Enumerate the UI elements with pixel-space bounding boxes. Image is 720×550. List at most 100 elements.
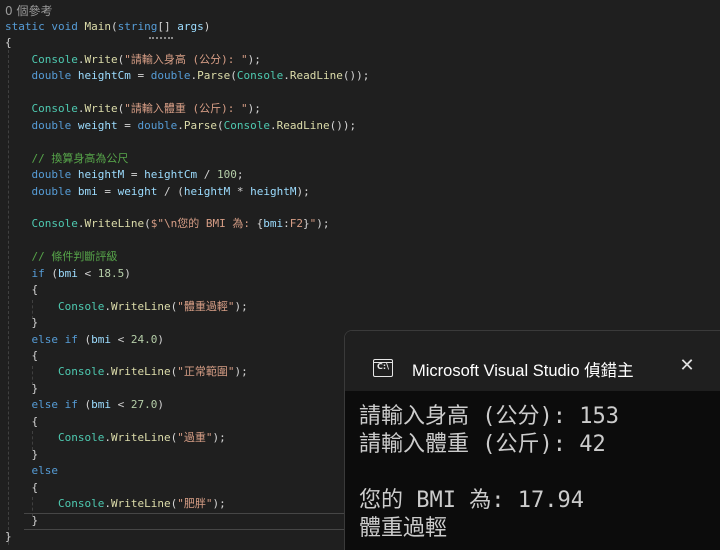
console-title-bar[interactable]: C:\ Microsoft Visual Studio 偵錯主 ✕ [345, 331, 720, 391]
code-line[interactable]: else [5, 462, 59, 479]
code-token: if [31, 266, 45, 280]
code-token: . [177, 118, 184, 132]
code-token: ( [217, 118, 224, 132]
code-line[interactable]: { [5, 281, 38, 298]
console-output-line: 請輸入身高 (公分): 153 [359, 404, 619, 429]
code-token: Main [84, 20, 112, 33]
code-line[interactable]: double bmi = weight / (heightM * heightM… [5, 183, 310, 200]
references-codelens[interactable]: 0 個參考 [5, 2, 52, 19]
code-token: 24.0 [130, 332, 158, 346]
code-token: void [51, 20, 78, 33]
code-token: WriteLine [110, 365, 171, 379]
code-line[interactable]: { [5, 413, 38, 430]
code-token: Console [31, 102, 78, 116]
code-token: static [5, 20, 45, 33]
code-line[interactable]: double heightCm = double.Parse(Console.R… [5, 67, 370, 84]
code-token: bmi [263, 217, 284, 231]
code-token: ); [234, 365, 248, 379]
code-token: weight [117, 184, 158, 198]
code-line[interactable]: Console.WriteLine("肥胖"); [5, 495, 226, 512]
console-app-icon: C:\ [373, 359, 393, 377]
code-token: ( [144, 217, 151, 231]
code-token: "請輸入體重 (公斤): " [124, 102, 248, 116]
code-line[interactable]: Console.WriteLine("正常範圍"); [5, 363, 248, 380]
console-app-icon-label: C:\ [377, 362, 389, 371]
code-token: double [150, 69, 191, 83]
code-line[interactable]: } [5, 380, 38, 397]
code-line[interactable]: Console.Write("請輸入身高 (公分): "); [5, 51, 261, 68]
code-token: heightCm [144, 168, 198, 182]
code-token: } [5, 513, 39, 527]
code-token: = [124, 168, 145, 182]
code-token: ); [247, 102, 261, 116]
code-token: * [230, 184, 251, 198]
code-line[interactable]: Console.Write("請輸入體重 (公斤): "); [5, 100, 261, 117]
code-token: . [283, 69, 290, 83]
code-line[interactable]: Console.WriteLine("體重過輕"); [5, 298, 248, 315]
code-token: { [5, 480, 39, 494]
code-token: . [104, 365, 111, 379]
code-line[interactable]: // 條件判斷評級 [5, 248, 118, 265]
code-token: double [31, 184, 72, 198]
code-line[interactable]: { [5, 347, 38, 364]
code-token: < [77, 266, 98, 280]
code-token: WriteLine [110, 497, 171, 511]
code-line[interactable]: } [5, 446, 38, 463]
code-token: ); [234, 299, 248, 313]
code-line[interactable]: double weight = double.Parse(Console.Rea… [5, 117, 357, 134]
code-token: heightCm [77, 69, 131, 83]
code-token: Write [84, 102, 118, 116]
code-token: "體重過輕" [177, 299, 235, 313]
code-line[interactable]: else if (bmi < 24.0) [5, 331, 165, 348]
console-output-line: 體重過輕 [359, 516, 448, 541]
code-token: ( [44, 266, 58, 280]
code-token: "肥胖" [177, 497, 213, 511]
code-token: { [5, 349, 39, 362]
code-token: weight [77, 118, 118, 132]
code-token: 27.0 [130, 398, 158, 412]
code-line[interactable]: Console.WriteLine("過重"); [5, 429, 226, 446]
code-line[interactable]: } [5, 314, 38, 331]
code-token: bmi [91, 332, 111, 346]
code-token: double [31, 118, 72, 132]
code-token: ); [316, 217, 330, 231]
code-token: } [5, 447, 39, 461]
close-icon[interactable]: ✕ [677, 356, 697, 376]
code-token: WriteLine [110, 299, 171, 313]
console-window-title: Microsoft Visual Studio 偵錯主 [412, 362, 634, 380]
code-token: Parse [183, 118, 217, 132]
code-line[interactable]: double heightM = heightCm / 100; [5, 166, 244, 183]
code-line[interactable]: if (bmi < 18.5) [5, 265, 131, 282]
code-token: $"\n您的 BMI 為: [150, 217, 257, 231]
code-token: F2 [289, 217, 303, 231]
code-line[interactable]: else if (bmi < 27.0) [5, 396, 165, 413]
code-token: heightM [77, 168, 125, 182]
code-token: { [5, 36, 12, 50]
code-line[interactable]: { [5, 479, 38, 496]
code-line[interactable]: Console.WriteLine($"\n您的 BMI 為: {bmi:F2}… [5, 215, 330, 232]
code-token: ); [296, 184, 310, 198]
code-token: } [5, 529, 12, 543]
code-token: [] [157, 20, 178, 33]
code-token: . [104, 431, 111, 445]
code-token: < [111, 332, 131, 346]
code-line[interactable]: static void Main(string[] args) [5, 18, 210, 35]
code-line[interactable]: } [5, 528, 12, 545]
code-token: double [31, 168, 72, 182]
code-token: else [31, 332, 59, 346]
code-token: string [117, 20, 158, 33]
debug-console-window[interactable]: C:\ Microsoft Visual Studio 偵錯主 ✕ 請輸入身高 … [344, 330, 720, 550]
code-token: . [104, 299, 111, 313]
code-token: / ( [157, 184, 184, 198]
code-line[interactable]: } [5, 512, 38, 529]
code-line[interactable]: { [5, 34, 12, 51]
code-line[interactable]: // 換算身高為公尺 [5, 150, 129, 167]
code-token: ReadLine [276, 118, 330, 132]
code-token: } [5, 316, 39, 330]
